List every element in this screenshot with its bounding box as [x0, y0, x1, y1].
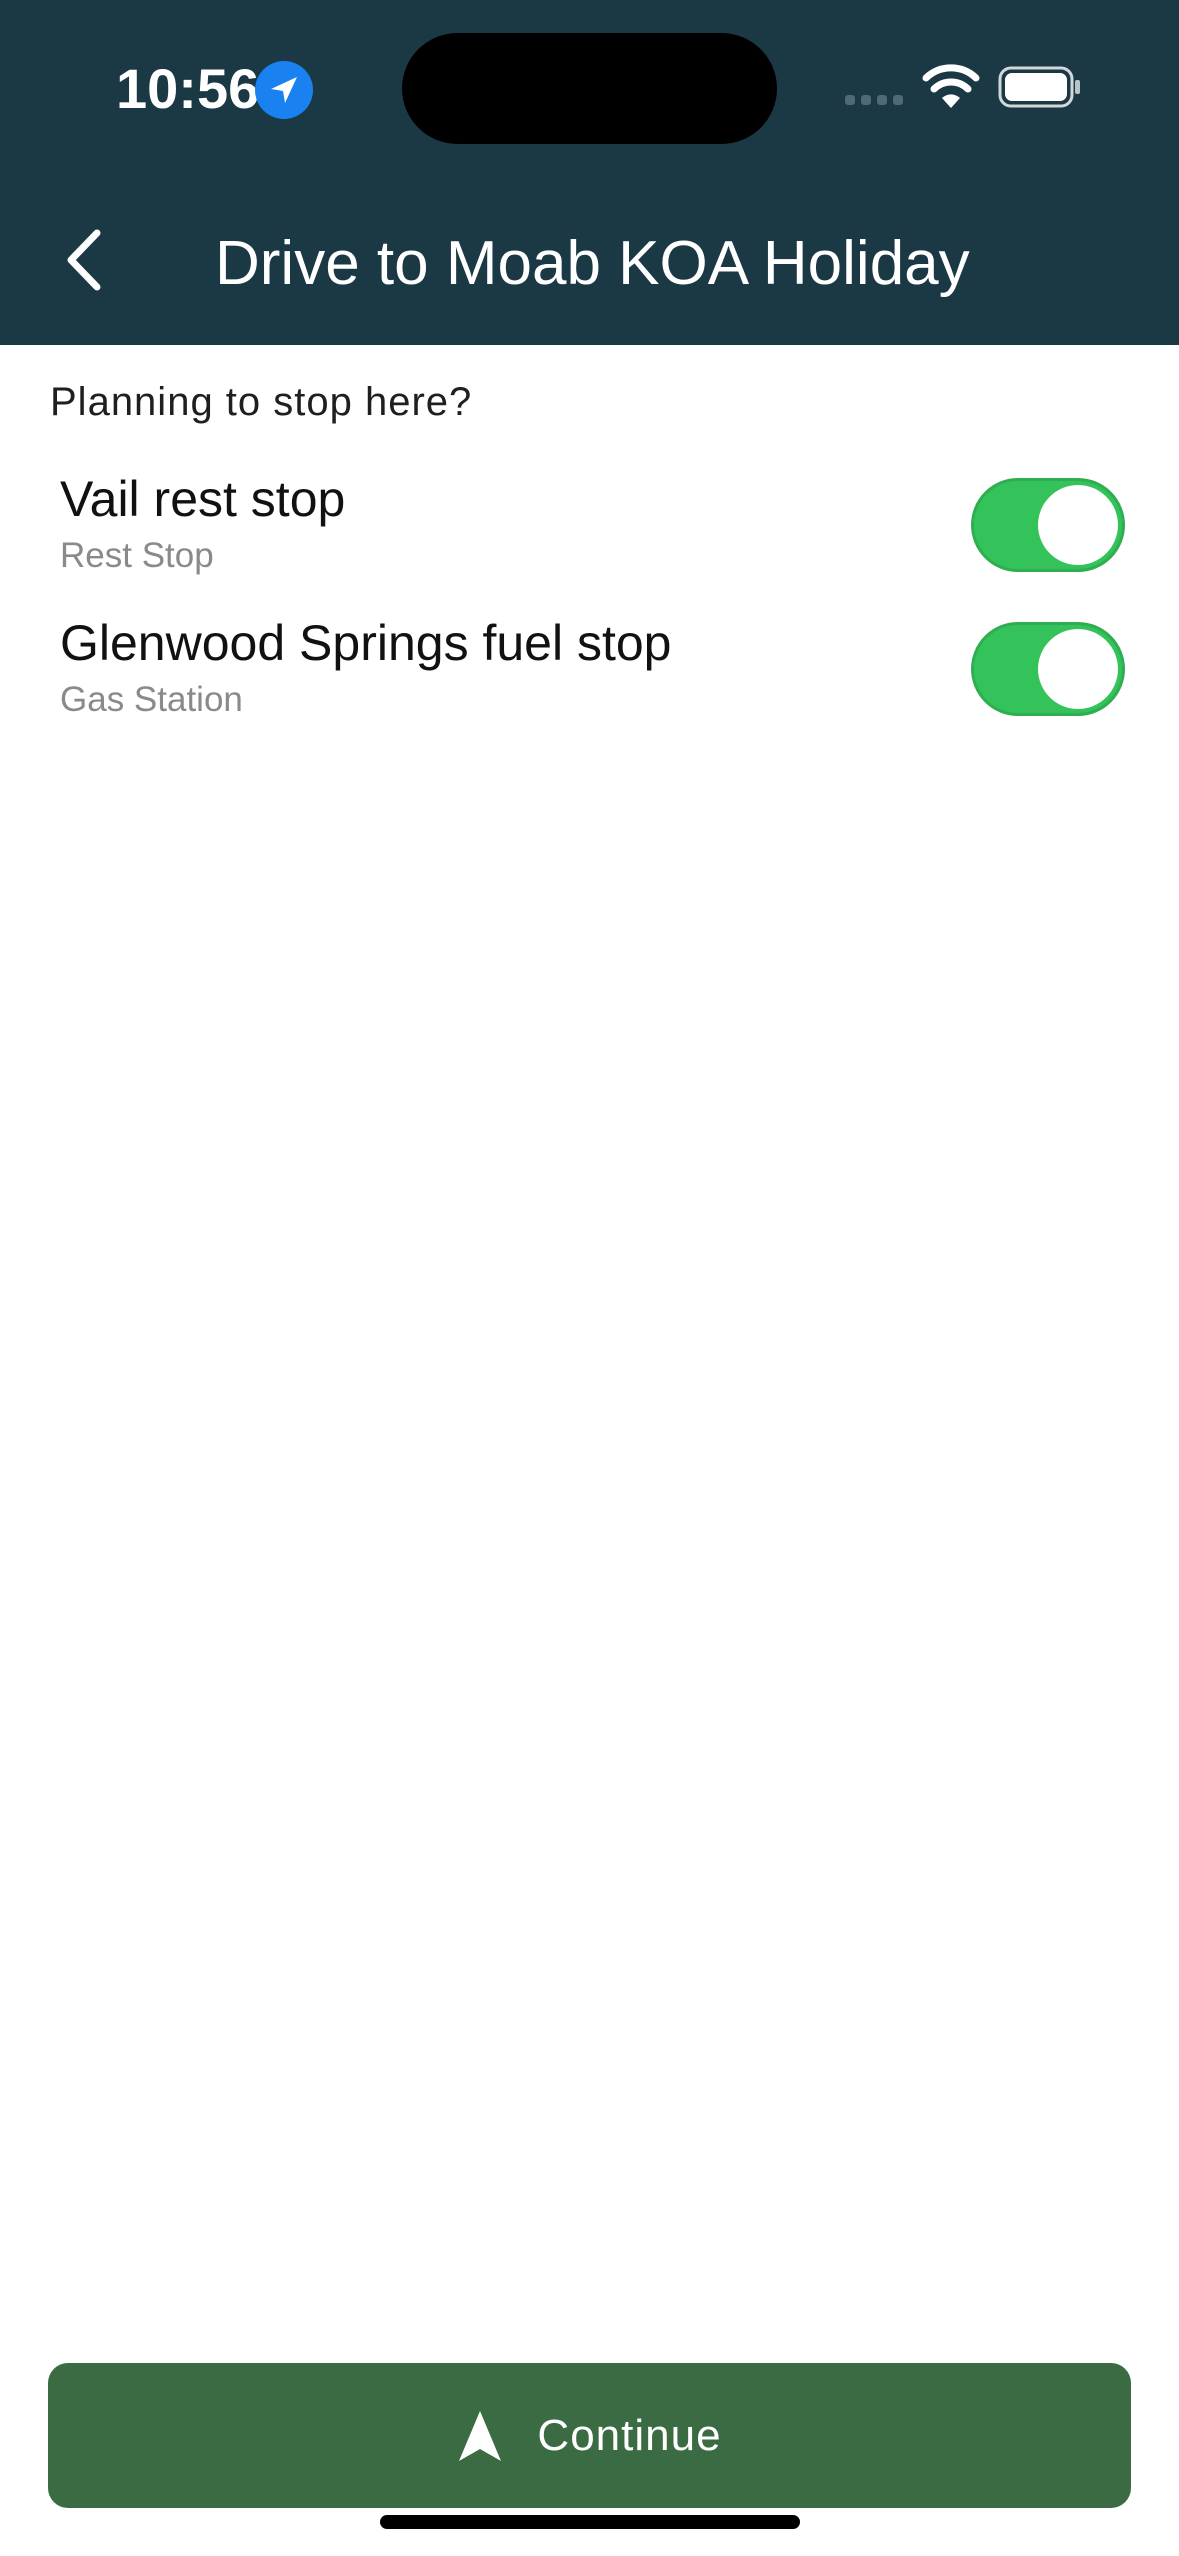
toggle-glenwood-fuel-stop[interactable] — [971, 622, 1125, 716]
home-indicator[interactable] — [380, 2515, 800, 2529]
toggle-knob — [1038, 629, 1118, 709]
toggle-vail-rest-stop[interactable] — [971, 478, 1125, 572]
cellular-signal-icon — [845, 95, 903, 105]
toggle-knob — [1038, 485, 1118, 565]
stop-type: Gas Station — [60, 680, 243, 719]
navigation-arrow-icon — [459, 2410, 502, 2461]
status-time: 10:56 — [116, 56, 260, 120]
stop-name: Glenwood Springs fuel stop — [60, 615, 672, 671]
back-button[interactable] — [50, 220, 120, 300]
continue-label: Continue — [537, 2410, 722, 2460]
screen: 10:56 Drive to Moab KOA Holiday Planning… — [0, 0, 1179, 2556]
stop-name: Vail rest stop — [60, 471, 346, 527]
wifi-icon — [922, 64, 980, 108]
page-title: Drive to Moab KOA Holiday — [215, 228, 970, 298]
battery-icon — [998, 66, 1080, 108]
header: 10:56 Drive to Moab KOA Holiday — [0, 0, 1179, 345]
stop-prompt: Planning to stop here? — [50, 380, 473, 424]
stop-type: Rest Stop — [60, 536, 214, 575]
stop-row-glenwood: Glenwood Springs fuel stop Gas Station — [60, 614, 1130, 734]
chevron-left-icon — [67, 229, 101, 291]
stop-row-vail: Vail rest stop Rest Stop — [60, 470, 1130, 590]
location-arrow-icon — [255, 61, 313, 119]
continue-button[interactable]: Continue — [48, 2363, 1131, 2508]
dynamic-island — [402, 33, 777, 144]
